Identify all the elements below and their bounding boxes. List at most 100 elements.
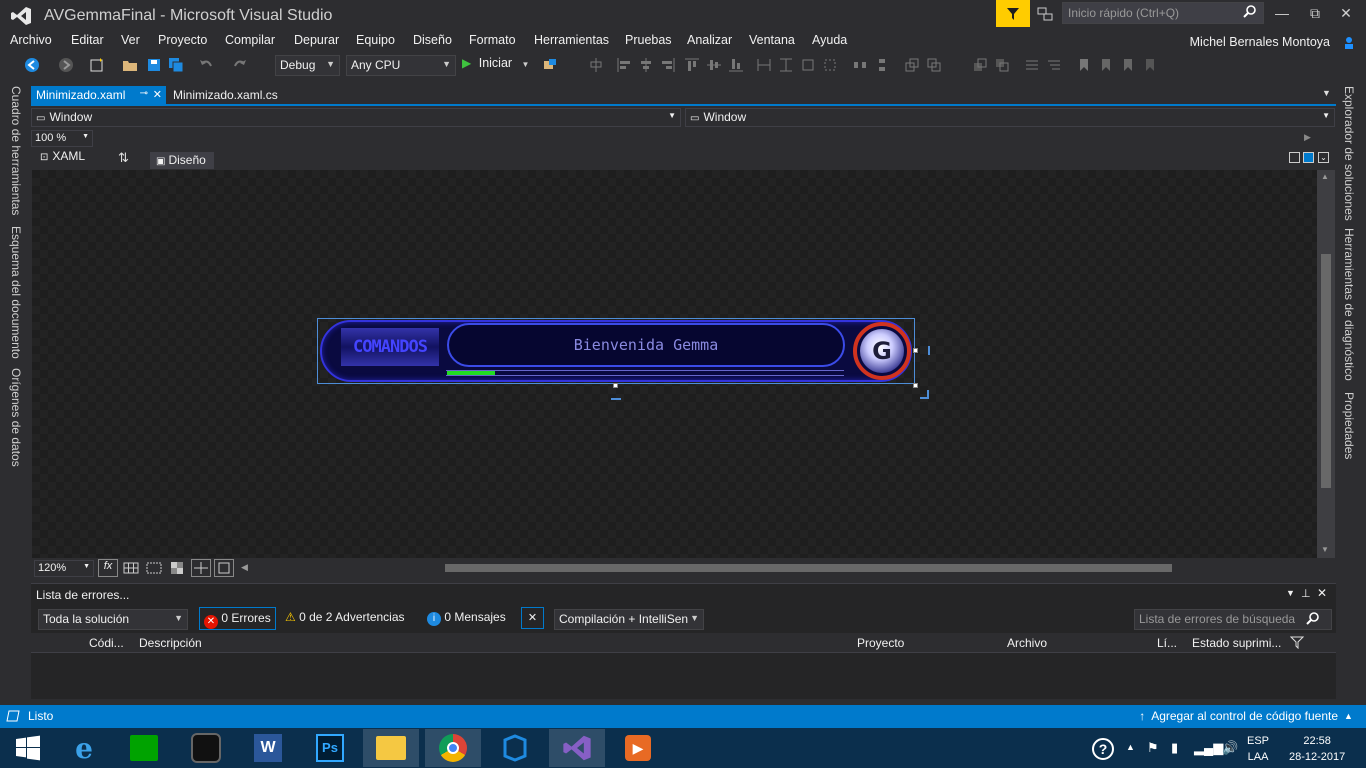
menu-formato[interactable]: Formato bbox=[469, 33, 516, 47]
column-file[interactable]: Archivo bbox=[1007, 636, 1047, 650]
taskbar-internet-explorer[interactable]: e bbox=[56, 729, 112, 767]
input-language[interactable]: ESP LAA bbox=[1247, 733, 1269, 765]
taskbar-visual-studio[interactable] bbox=[549, 729, 605, 767]
size-to-grid-icon[interactable] bbox=[822, 57, 838, 73]
snap-lines-icon[interactable] bbox=[191, 559, 211, 577]
order-icon[interactable] bbox=[1024, 57, 1040, 73]
align-icon[interactable] bbox=[588, 57, 604, 73]
taskbar-photoshop[interactable]: Ps bbox=[302, 729, 358, 767]
messages-filter-button[interactable]: i 0 Mensajes bbox=[427, 610, 506, 626]
attach-icon[interactable] bbox=[542, 57, 558, 73]
back-icon[interactable] bbox=[24, 57, 40, 73]
errors-filter-button[interactable]: ✕ 0 Errores bbox=[199, 607, 276, 630]
start-button[interactable]: ▶ Iniciar ▼ bbox=[462, 56, 529, 76]
menu-diseno[interactable]: Diseño bbox=[413, 33, 452, 47]
undo-icon[interactable] bbox=[198, 57, 214, 73]
show-hidden-icons[interactable]: ▲ bbox=[1126, 742, 1135, 752]
menu-analizar[interactable]: Analizar bbox=[687, 33, 732, 47]
center-vertically-icon[interactable] bbox=[926, 57, 942, 73]
align-left-icon[interactable] bbox=[616, 57, 632, 73]
configuration-select[interactable]: Debug ▼ bbox=[275, 55, 340, 76]
prev-bookmark-icon[interactable] bbox=[1098, 57, 1114, 73]
close-button[interactable]: ✕ bbox=[1336, 5, 1356, 23]
resize-handle-right[interactable] bbox=[913, 348, 918, 353]
tab-minimizado-xaml-cs[interactable]: Minimizado.xaml.cs bbox=[168, 86, 288, 105]
close-panel-icon[interactable]: ✕ bbox=[1317, 586, 1327, 600]
bookmark-icon[interactable] bbox=[1076, 57, 1092, 73]
build-filter-select[interactable]: Compilación + IntelliSen ▼ bbox=[554, 609, 704, 630]
bring-to-front-icon[interactable] bbox=[972, 57, 988, 73]
filter-icon[interactable] bbox=[1290, 636, 1304, 649]
xaml-zoom-select[interactable]: 100 % ▼ bbox=[31, 130, 93, 147]
clear-bookmarks-icon[interactable] bbox=[1142, 57, 1158, 73]
column-line[interactable]: Lí... bbox=[1157, 636, 1177, 650]
snap-grid-icon[interactable] bbox=[146, 561, 162, 575]
menu-equipo[interactable]: Equipo bbox=[356, 33, 395, 47]
new-project-icon[interactable] bbox=[89, 57, 105, 73]
diagnostic-tools-tab[interactable]: Herramientas de diagnóstico bbox=[1342, 228, 1356, 381]
next-bookmark-icon[interactable] bbox=[1120, 57, 1136, 73]
menu-ver[interactable]: Ver bbox=[121, 33, 140, 47]
grid-icon[interactable] bbox=[123, 561, 139, 575]
solution-explorer-tab[interactable]: Explorador de soluciones bbox=[1342, 86, 1356, 221]
align-center-icon[interactable] bbox=[638, 57, 654, 73]
save-icon[interactable] bbox=[146, 57, 162, 73]
align-bottom-icon[interactable] bbox=[728, 57, 744, 73]
add-to-source-control[interactable]: ↑ Agregar al control de código fuente bbox=[1139, 709, 1338, 723]
document-outline-tab[interactable]: Esquema del documento bbox=[9, 226, 23, 359]
taskbar-file-explorer[interactable] bbox=[363, 729, 419, 767]
vertical-spacing-icon[interactable] bbox=[874, 57, 890, 73]
data-sources-tab[interactable]: Orígenes de datos bbox=[9, 368, 23, 467]
taskbar-word[interactable]: W bbox=[240, 729, 296, 767]
tab-overflow-icon[interactable]: ▼ bbox=[1322, 88, 1331, 98]
pin-icon[interactable]: ⊸ bbox=[140, 88, 148, 99]
menu-pruebas[interactable]: Pruebas bbox=[625, 33, 672, 47]
close-tab-icon[interactable]: ✕ bbox=[153, 88, 162, 101]
column-suppression-state[interactable]: Estado suprimi... bbox=[1192, 636, 1281, 650]
resize-handle-corner[interactable] bbox=[913, 383, 918, 388]
warnings-filter-button[interactable]: ⚠ 0 de 2 Advertencias bbox=[285, 610, 405, 624]
account-icon[interactable] bbox=[1340, 34, 1356, 50]
scroll-right-icon[interactable]: ▶ bbox=[1304, 132, 1311, 143]
visual-studio-logo-icon[interactable] bbox=[10, 6, 32, 26]
menu-compilar[interactable]: Compilar bbox=[225, 33, 275, 47]
properties-tab[interactable]: Propiedades bbox=[1342, 392, 1356, 459]
clear-filter-icon[interactable]: ✕ bbox=[521, 607, 544, 629]
forward-icon[interactable] bbox=[58, 57, 74, 73]
volume-icon[interactable]: 🔊 bbox=[1222, 740, 1238, 756]
vertical-split-icon[interactable] bbox=[1289, 152, 1300, 163]
system-clock[interactable]: 22:58 28-12-2017 bbox=[1289, 733, 1345, 765]
artboard-background-icon[interactable] bbox=[170, 561, 184, 575]
vertical-scroll-thumb[interactable] bbox=[1321, 254, 1331, 488]
maximize-button[interactable]: ⧉ bbox=[1305, 5, 1325, 23]
start-button-windows[interactable] bbox=[0, 729, 56, 767]
scroll-left-icon[interactable]: ◀ bbox=[241, 562, 248, 573]
scope-select[interactable]: Toda la solución ▼ bbox=[38, 609, 188, 630]
menu-archivo[interactable]: Archivo bbox=[10, 33, 52, 47]
designer-zoom-select[interactable]: 120% ▼ bbox=[34, 560, 94, 577]
quick-launch-input[interactable]: Inicio rápido (Ctrl+Q) bbox=[1062, 2, 1264, 24]
horizontal-scroll-thumb[interactable] bbox=[445, 564, 1172, 572]
collapse-pane-icon[interactable]: ⌄ bbox=[1318, 152, 1329, 163]
type-navigation-select[interactable]: ▭ Window ▼ bbox=[31, 108, 681, 127]
same-width-icon[interactable] bbox=[756, 57, 772, 73]
align-right-icon[interactable] bbox=[660, 57, 676, 73]
chevron-up-icon[interactable]: ▲ bbox=[1344, 711, 1353, 721]
minimize-button[interactable]: — bbox=[1272, 5, 1292, 23]
tab-order-icon[interactable] bbox=[1046, 57, 1062, 73]
taskbar-store[interactable] bbox=[116, 729, 172, 767]
menu-ayuda[interactable]: Ayuda bbox=[812, 33, 847, 47]
member-navigation-select[interactable]: ▭ Window ▼ bbox=[685, 108, 1335, 127]
scroll-up-icon[interactable]: ▲ bbox=[1321, 172, 1329, 181]
design-pane-tab[interactable]: ▣ Diseño bbox=[150, 152, 214, 169]
toolbox-tab[interactable]: Cuadro de herramientas bbox=[9, 86, 23, 215]
same-height-icon[interactable] bbox=[778, 57, 794, 73]
column-description[interactable]: Descripción bbox=[139, 636, 202, 650]
commands-button[interactable]: COMANDOS bbox=[341, 328, 439, 366]
xaml-pane-tab[interactable]: ⊡ XAML bbox=[40, 149, 85, 163]
help-icon[interactable]: ? bbox=[1092, 738, 1114, 760]
taskbar-media-app[interactable] bbox=[178, 729, 234, 767]
network-icon[interactable]: ▂▄▆ bbox=[1194, 740, 1223, 756]
action-center-icon[interactable]: ⚑ bbox=[1147, 740, 1159, 756]
tab-minimizado-xaml[interactable]: Minimizado.xaml ⊸ ✕ bbox=[31, 86, 166, 105]
